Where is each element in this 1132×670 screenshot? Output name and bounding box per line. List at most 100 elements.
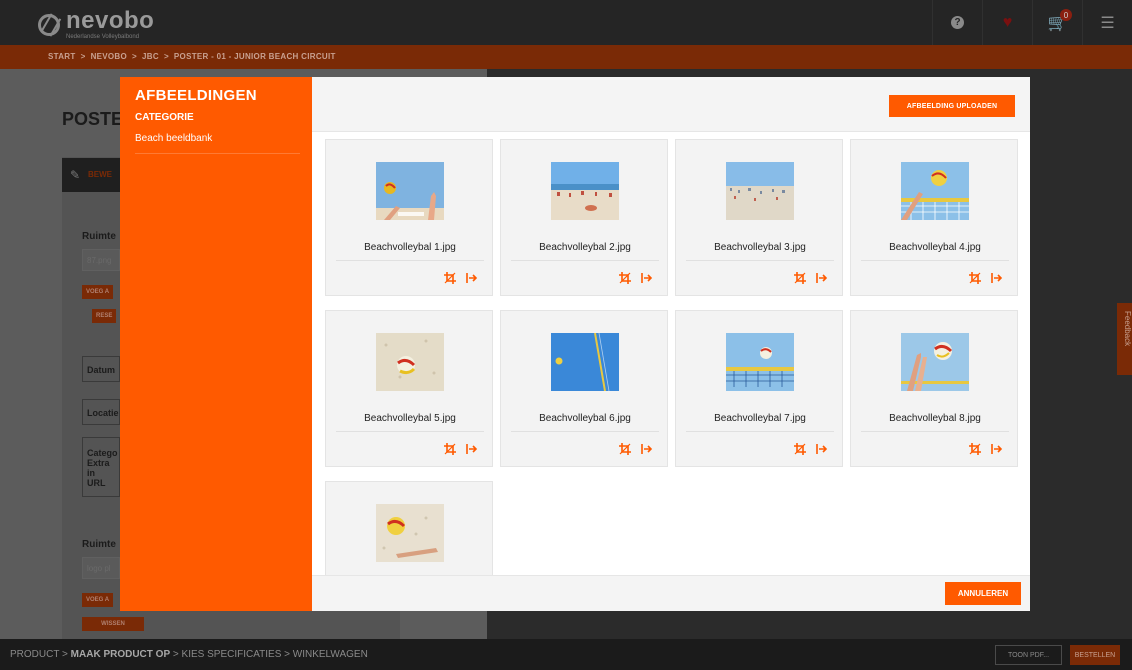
image-card[interactable]: Beachvolleybal 6.jpg bbox=[500, 310, 668, 467]
step-breadcrumb: PRODUCT > MAAK PRODUCT OP > KIES SPECIFI… bbox=[10, 649, 368, 660]
category-item-beach[interactable]: Beach beeldbank bbox=[135, 133, 212, 144]
select-arrow-icon[interactable] bbox=[466, 443, 478, 455]
step-specs[interactable]: KIES SPECIFICATIES bbox=[182, 649, 282, 660]
card-actions bbox=[619, 272, 653, 284]
crop-icon[interactable] bbox=[444, 272, 456, 284]
crop-icon[interactable] bbox=[619, 272, 631, 284]
sidebar-divider bbox=[135, 153, 300, 154]
image-filename: Beachvolleybal 8.jpg bbox=[889, 413, 981, 424]
pencil-icon: ✎ bbox=[70, 168, 81, 182]
image-thumbnail[interactable] bbox=[726, 333, 794, 391]
edit-tab-label: BEWE bbox=[88, 170, 112, 179]
top-bar: nevobo Nederlandse Volleybalbond ? ♥ 🛒 0… bbox=[0, 0, 1132, 45]
cart-badge: 0 bbox=[1060, 9, 1072, 21]
card-actions bbox=[444, 272, 478, 284]
image-card[interactable]: Beachvolleybal 9.jpg bbox=[325, 481, 493, 575]
breadcrumb-current: POSTER - 01 - JUNIOR BEACH CIRCUIT bbox=[173, 52, 336, 61]
crop-icon[interactable] bbox=[969, 443, 981, 455]
breadcrumb-nevobo[interactable]: NEVOBO bbox=[91, 52, 127, 61]
order-button[interactable]: BESTELLEN bbox=[1070, 645, 1120, 665]
image-filename: Beachvolleybal 1.jpg bbox=[364, 242, 456, 253]
menu-button[interactable]: ☰ bbox=[1082, 0, 1132, 45]
select-arrow-icon[interactable] bbox=[466, 272, 478, 284]
image-filename: Beachvolleybal 6.jpg bbox=[539, 413, 631, 424]
card-divider bbox=[686, 260, 834, 261]
step-product[interactable]: PRODUCT bbox=[10, 649, 59, 660]
image-thumbnail[interactable] bbox=[551, 162, 619, 220]
add-button-2[interactable]: VOEG A bbox=[82, 593, 114, 607]
select-arrow-icon[interactable] bbox=[991, 272, 1003, 284]
image-card[interactable]: Beachvolleybal 4.jpg bbox=[850, 139, 1018, 296]
upload-image-button[interactable]: AFBEELDING UPLOADEN bbox=[889, 95, 1015, 117]
image-filename: Beachvolleybal 2.jpg bbox=[539, 242, 631, 253]
cart-button[interactable]: 🛒 0 bbox=[1032, 0, 1082, 45]
favorites-button[interactable]: ♥ bbox=[982, 0, 1032, 45]
select-arrow-icon[interactable] bbox=[641, 443, 653, 455]
space-input-2[interactable]: logo pl bbox=[82, 557, 120, 579]
image-card[interactable]: Beachvolleybal 5.jpg bbox=[325, 310, 493, 467]
card-actions bbox=[444, 443, 478, 455]
feedback-tab[interactable]: Feedback bbox=[1117, 303, 1132, 375]
page-title: POSTE bbox=[62, 109, 124, 129]
image-thumbnail[interactable] bbox=[901, 162, 969, 220]
step-active: MAAK PRODUCT OP bbox=[70, 649, 171, 660]
info-line: Catego bbox=[87, 448, 118, 458]
image-thumbnail[interactable] bbox=[376, 333, 444, 391]
select-arrow-icon[interactable] bbox=[991, 443, 1003, 455]
crop-icon[interactable] bbox=[444, 443, 456, 455]
cancel-button[interactable]: ANNULEREN bbox=[945, 582, 1021, 605]
modal-footer: ANNULEREN bbox=[312, 575, 1030, 611]
reset-button[interactable]: RESE bbox=[92, 309, 117, 323]
space-input-1[interactable]: 87.png bbox=[82, 249, 120, 271]
image-thumbnail[interactable] bbox=[376, 504, 444, 562]
image-card[interactable]: Beachvolleybal 7.jpg bbox=[675, 310, 843, 467]
card-divider bbox=[686, 431, 834, 432]
image-card[interactable]: Beachvolleybal 1.jpg bbox=[325, 139, 493, 296]
image-thumbnail[interactable] bbox=[376, 162, 444, 220]
logo-mark-icon bbox=[38, 13, 60, 36]
breadcrumb-start[interactable]: START bbox=[48, 52, 76, 61]
image-thumbnail[interactable] bbox=[726, 162, 794, 220]
image-thumbnail[interactable] bbox=[901, 333, 969, 391]
modal-sidebar: AFBEELDINGEN CATEGORIE Beach beeldbank bbox=[120, 77, 312, 611]
select-arrow-icon[interactable] bbox=[641, 272, 653, 284]
card-divider bbox=[336, 260, 484, 261]
nevobo-logo[interactable]: nevobo Nederlandse Volleybalbond bbox=[38, 9, 154, 40]
image-card[interactable]: Beachvolleybal 8.jpg bbox=[850, 310, 1018, 467]
date-field[interactable]: Datum bbox=[82, 356, 120, 382]
step-cart[interactable]: WINKELWAGEN bbox=[293, 649, 368, 660]
space-label-1: Ruimte bbox=[82, 231, 116, 242]
image-card[interactable]: Beachvolleybal 3.jpg bbox=[675, 139, 843, 296]
show-pdf-button[interactable]: TOON PDF... bbox=[995, 645, 1062, 665]
modal-main: AFBEELDING UPLOADEN Beachvolleybal 1.jpg… bbox=[312, 77, 1030, 611]
info-line: Extra in bbox=[87, 458, 110, 478]
crop-icon[interactable] bbox=[794, 272, 806, 284]
image-grid[interactable]: Beachvolleybal 1.jpg Beachvolleybal 2.jpg… bbox=[312, 132, 1030, 575]
add-button-1[interactable]: VOEG A bbox=[82, 285, 114, 299]
breadcrumb-separator: > bbox=[80, 52, 86, 61]
modal-title: AFBEELDINGEN bbox=[135, 87, 257, 104]
breadcrumb-separator: > bbox=[163, 52, 169, 61]
clear-button[interactable]: WISSEN bbox=[82, 617, 144, 631]
card-actions bbox=[794, 443, 828, 455]
breadcrumb-jbc[interactable]: JBC bbox=[142, 52, 159, 61]
crop-icon[interactable] bbox=[794, 443, 806, 455]
crop-icon[interactable] bbox=[619, 443, 631, 455]
image-card[interactable]: Beachvolleybal 2.jpg bbox=[500, 139, 668, 296]
help-button[interactable]: ? bbox=[932, 0, 982, 45]
footer-bar: PRODUCT > MAAK PRODUCT OP > KIES SPECIFI… bbox=[0, 639, 1132, 670]
select-arrow-icon[interactable] bbox=[816, 272, 828, 284]
crop-icon[interactable] bbox=[969, 272, 981, 284]
feedback-label: Feedback bbox=[1123, 311, 1132, 347]
select-arrow-icon[interactable] bbox=[816, 443, 828, 455]
edit-tab[interactable]: ✎ BEWE bbox=[62, 158, 120, 192]
breadcrumb: START > NEVOBO > JBC > POSTER - 01 - JUNIOR BE… bbox=[48, 52, 336, 61]
location-field[interactable]: Locatie bbox=[82, 399, 120, 425]
card-divider bbox=[336, 431, 484, 432]
category-heading: CATEGORIE bbox=[135, 112, 194, 123]
card-actions bbox=[619, 443, 653, 455]
image-thumbnail[interactable] bbox=[551, 333, 619, 391]
help-icon: ? bbox=[951, 16, 964, 29]
card-divider bbox=[861, 260, 1009, 261]
card-divider bbox=[511, 260, 659, 261]
